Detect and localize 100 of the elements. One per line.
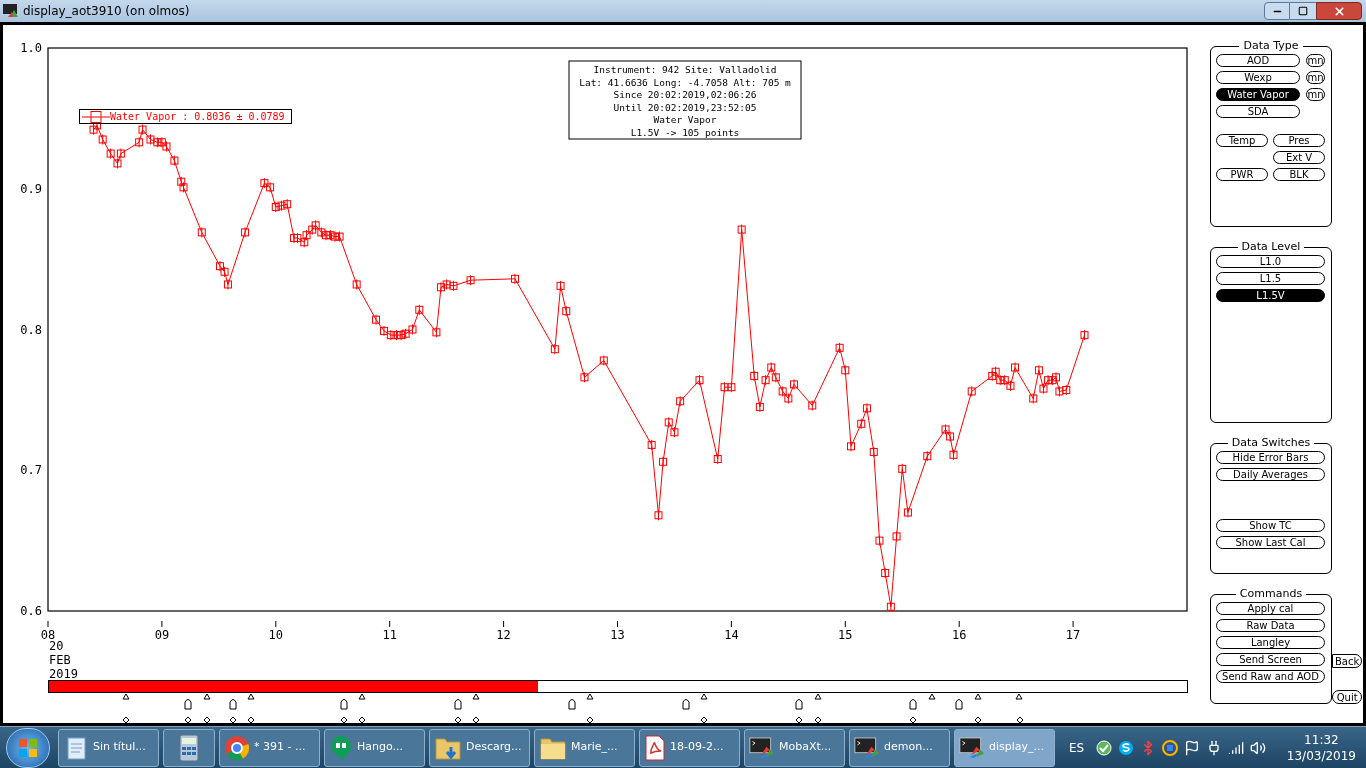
panel-button[interactable]: L1.5 xyxy=(1216,272,1325,285)
x-tick-label: 14 xyxy=(724,628,739,642)
info-line: Until 20:02:2019,23:52:05 xyxy=(613,101,757,113)
data-point xyxy=(466,274,475,286)
panel-button[interactable]: Raw Data xyxy=(1216,619,1325,632)
data-point xyxy=(875,535,884,547)
panel-button[interactable]: Daily Averages xyxy=(1216,468,1325,481)
data-point xyxy=(835,342,844,354)
panel-button[interactable]: L1.0 xyxy=(1216,255,1325,268)
data-point xyxy=(1029,392,1038,404)
terminal-icon xyxy=(3,4,19,18)
panel-button[interactable]: SDA xyxy=(1216,105,1300,118)
panel-button[interactable]: L1.5V xyxy=(1216,289,1325,302)
taskbar-button[interactable]: 18-09-2... xyxy=(639,728,740,767)
data-point xyxy=(449,280,458,292)
taskbar-button[interactable] xyxy=(163,728,215,767)
panel-button[interactable]: AOD xyxy=(1216,54,1300,67)
data-point xyxy=(755,401,764,413)
speaker-icon[interactable] xyxy=(1250,739,1267,756)
panel-button[interactable]: Temp xyxy=(1216,134,1268,147)
taskbar-button[interactable]: Hango... xyxy=(324,728,425,767)
panel-button[interactable]: BLK xyxy=(1273,168,1325,181)
panel-button[interactable]: Show Last Cal xyxy=(1216,536,1325,549)
data-point xyxy=(996,374,1005,386)
data-point xyxy=(372,314,381,326)
data-point xyxy=(116,148,125,160)
start-button[interactable] xyxy=(6,727,50,768)
data-point xyxy=(302,229,311,241)
windows-update-icon[interactable] xyxy=(1162,739,1179,756)
panel-button[interactable]: mn xyxy=(1306,54,1325,67)
date-label: FEB xyxy=(49,653,71,667)
clock-date[interactable]: 13/03/2019 xyxy=(1286,747,1356,764)
panel-button[interactable]: mn xyxy=(1306,88,1325,101)
x-tick-mark xyxy=(47,620,49,628)
panel-title: Data Level xyxy=(1240,241,1302,253)
x-tick-mark xyxy=(617,620,618,628)
panel-button[interactable]: Send Screen xyxy=(1216,653,1325,666)
data-point xyxy=(767,362,776,373)
document-icon xyxy=(644,734,666,761)
flag-icon[interactable] xyxy=(1184,739,1201,756)
close-button[interactable] xyxy=(1316,2,1362,20)
data-point xyxy=(1080,329,1089,341)
info-line: L1.5V -> 105 points xyxy=(630,126,740,138)
taskbar-button[interactable]: Marie_... xyxy=(534,728,635,767)
data-point xyxy=(98,134,107,145)
data-point xyxy=(392,329,401,341)
data-point xyxy=(408,324,417,335)
data-point xyxy=(659,456,668,468)
x-tick-mark xyxy=(389,620,391,628)
taskbar-button[interactable]: * 391 - ... xyxy=(219,728,320,767)
clock-time[interactable]: 11:32 xyxy=(1304,731,1339,748)
data-point xyxy=(271,201,280,213)
data-point xyxy=(153,136,162,148)
data-point xyxy=(106,148,115,160)
quit-button[interactable]: Quit xyxy=(1332,690,1363,704)
panel-title: Data Type xyxy=(1242,40,1300,52)
taskbar-button[interactable]: Sin títul... xyxy=(58,728,159,767)
panel-button[interactable]: PWR xyxy=(1216,168,1268,181)
language-indicator[interactable]: ES xyxy=(1069,738,1085,757)
data-point xyxy=(713,453,722,465)
panel-button[interactable]: Apply cal xyxy=(1216,602,1325,615)
data-point xyxy=(266,181,275,193)
data-point xyxy=(808,400,817,411)
data-point xyxy=(695,374,704,386)
data-point xyxy=(886,601,895,613)
maximize-button[interactable] xyxy=(1290,2,1316,20)
data-point xyxy=(197,226,206,238)
close-icon xyxy=(1332,4,1346,18)
panel-button[interactable]: mn xyxy=(1306,71,1325,84)
shield-check-icon[interactable] xyxy=(1096,739,1113,756)
data-point xyxy=(300,236,309,248)
data-point xyxy=(556,280,565,292)
panel-button[interactable]: Water Vapor xyxy=(1216,88,1300,101)
terminal-icon xyxy=(959,736,985,759)
panel-button[interactable]: Ext V xyxy=(1273,151,1325,164)
data-point xyxy=(750,370,759,382)
panel-button[interactable]: Show TC xyxy=(1216,519,1325,532)
x-tick-mark xyxy=(730,620,732,628)
x-tick-mark xyxy=(161,620,163,628)
legend-label: Water Vapor : 0.8036 ± 0.0789 xyxy=(110,110,285,123)
x-tick-mark xyxy=(958,620,960,628)
taskbar-button[interactable]: demon... xyxy=(849,728,950,767)
panel-button[interactable]: Hide Error Bars xyxy=(1216,451,1325,464)
taskbar-button[interactable]: MobaXt... xyxy=(744,728,845,767)
chat-circle-icon[interactable] xyxy=(1118,739,1135,756)
panel-button[interactable]: Langley xyxy=(1216,636,1325,649)
panel-button[interactable]: Send Raw and AOD xyxy=(1216,670,1325,683)
data-point xyxy=(321,229,330,241)
panel-button[interactable]: Wexp xyxy=(1216,71,1300,84)
x-tick-mark xyxy=(1072,620,1074,628)
signal-icon[interactable] xyxy=(1228,739,1245,756)
back-button[interactable]: Back xyxy=(1332,654,1363,668)
date-label: 2019 xyxy=(49,667,78,680)
data-point xyxy=(220,266,229,278)
y-tick-label: 0.7 xyxy=(20,463,42,478)
taskbar-button[interactable]: Descarg... xyxy=(429,728,530,767)
panel-button[interactable]: Pres xyxy=(1273,134,1325,147)
data-point xyxy=(720,381,729,393)
data-point xyxy=(841,364,850,376)
data-point xyxy=(654,509,663,521)
